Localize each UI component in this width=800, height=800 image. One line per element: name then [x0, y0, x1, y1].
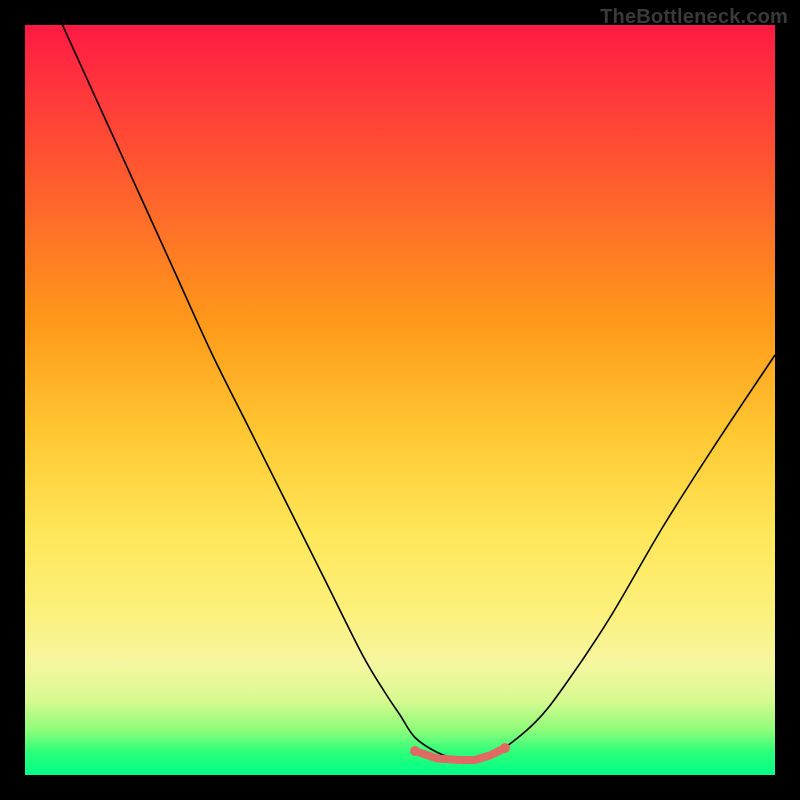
bottleneck-curve [63, 25, 776, 761]
optimal-end-dot [500, 743, 510, 753]
optimal-flat-segment [415, 748, 505, 760]
curve-svg [25, 25, 775, 775]
chart-frame: TheBottleneck.com [0, 0, 800, 800]
watermark-text: TheBottleneck.com [600, 6, 788, 29]
optimal-start-dot [410, 746, 420, 756]
plot-area [25, 25, 775, 775]
